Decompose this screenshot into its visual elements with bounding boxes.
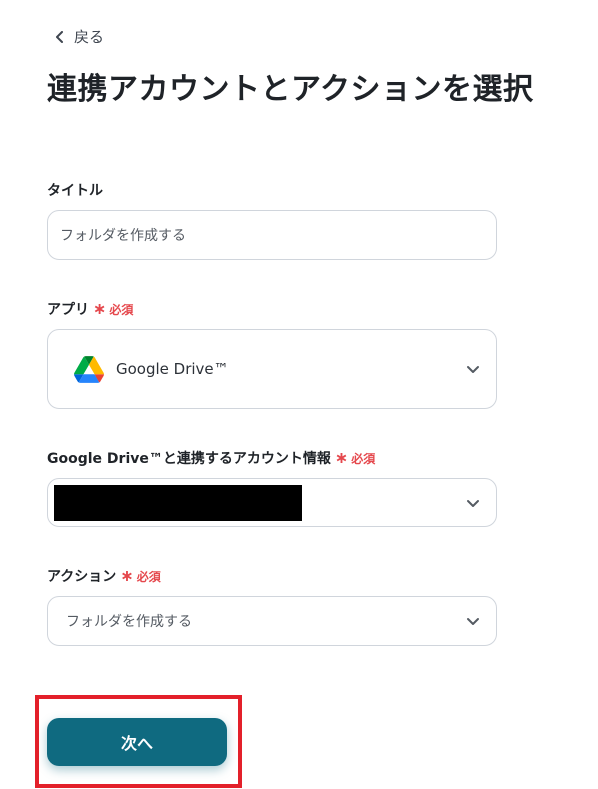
required-asterisk: ∗: [93, 299, 107, 318]
chevron-down-icon: [467, 618, 479, 625]
google-drive-icon: [74, 355, 104, 383]
action-label-text: アクション: [47, 569, 117, 585]
account-label-text: Google Drive™と連携するアカウント情報: [47, 451, 331, 467]
action-field-label: アクション ∗ 必須: [47, 566, 161, 586]
app-label-text: アプリ: [47, 302, 89, 318]
redacted-account-value: [54, 484, 302, 521]
back-label: 戻る: [74, 28, 105, 46]
action-select-value: フォルダを作成する: [66, 614, 192, 630]
account-field-label: Google Drive™と連携するアカウント情報 ∗ 必須: [47, 448, 375, 468]
next-button[interactable]: 次へ: [47, 718, 227, 766]
required-asterisk: ∗: [334, 448, 349, 467]
required-asterisk: ∗: [120, 566, 134, 585]
action-select[interactable]: フォルダを作成する: [47, 596, 497, 646]
title-input-wrapper: [47, 210, 497, 260]
page-title: 連携アカウントとアクションを選択: [47, 72, 534, 107]
required-badge: 必須: [351, 451, 376, 466]
page: 戻る 連携アカウントとアクションを選択 タイトル アプリ ∗ 必須 Google…: [0, 0, 598, 789]
back-link[interactable]: 戻る: [54, 26, 104, 47]
app-select-value: Google Drive™: [116, 360, 229, 378]
chevron-down-icon: [467, 499, 479, 507]
title-field-label: タイトル: [47, 180, 103, 200]
required-badge: 必須: [109, 302, 134, 317]
chevron-down-icon: [467, 366, 479, 373]
chevron-left-icon: [56, 30, 63, 43]
app-select[interactable]: Google Drive™: [47, 329, 497, 409]
app-field-label: アプリ ∗ 必須: [47, 299, 133, 319]
required-badge: 必須: [136, 569, 161, 584]
title-label-text: タイトル: [47, 183, 103, 199]
account-select[interactable]: [47, 478, 497, 527]
title-input[interactable]: [60, 227, 484, 243]
